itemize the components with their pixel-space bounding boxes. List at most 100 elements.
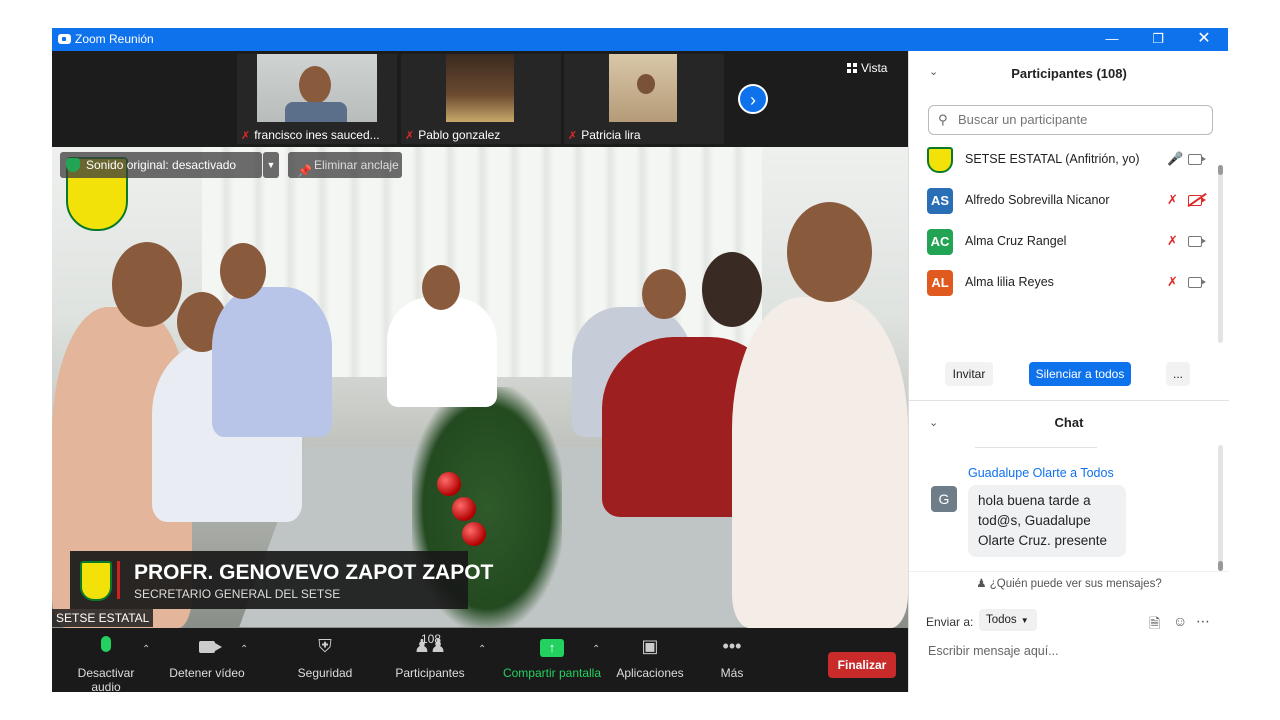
apps-button[interactable]: ▣ Aplicaciones [614, 636, 686, 680]
video-camera-icon[interactable] [1188, 154, 1206, 165]
video-scene-person [642, 269, 686, 319]
mic-muted-icon: ✗ [241, 130, 251, 142]
participant-row[interactable] [909, 303, 1209, 307]
emoji-icon[interactable]: ☺ [1173, 613, 1187, 629]
participant-name: SETSE ESTATAL (Anfitrión, yo) [965, 152, 1140, 166]
shield-icon: ⛨ [318, 636, 332, 656]
chat-header: ⌄ Chat [909, 401, 1229, 445]
view-button[interactable]: Vista [847, 61, 887, 75]
divider [975, 447, 1097, 448]
meeting-toolbar: Desactivar audio ⌃ Detener vídeo ⌃ ⛨ Seg… [52, 628, 908, 694]
video-scene-person [787, 202, 872, 302]
mic-muted-icon[interactable]: ✗ [1167, 192, 1178, 208]
participant-thumbnail[interactable]: ✗ Pablo gonzalez [401, 54, 561, 144]
video-scene-person [702, 252, 762, 327]
speaker-role: SECRETARIO GENERAL DEL SETSE [134, 587, 341, 601]
chat-message: hola buena tarde a tod@s, Guadalupe Olar… [968, 485, 1126, 557]
participants-scrollbar[interactable] [1218, 165, 1223, 343]
unpin-button[interactable]: 📌 Eliminar anclaje [288, 152, 402, 178]
participants-title: Participantes (108) [1011, 66, 1127, 81]
video-scene-person [732, 297, 908, 628]
thumbnail-name: ✗ francisco ines sauced... [241, 128, 380, 142]
share-options-caret[interactable]: ⌃ [592, 644, 600, 655]
thumbnail-strip: ✗ francisco ines sauced... ✗ Pablo gonzale… [52, 51, 908, 147]
avatar: AL [927, 270, 953, 296]
restore-button[interactable]: ❐ [1135, 28, 1181, 51]
participant-search-input[interactable] [956, 111, 1210, 128]
chat-message-input[interactable] [926, 639, 1220, 663]
active-speaker-label: SETSE ESTATAL [52, 609, 154, 627]
chat-title: Chat [1054, 415, 1084, 430]
video-scene-person [212, 287, 332, 437]
microphone-icon[interactable]: 🎤 [1167, 151, 1183, 167]
participants-more-button[interactable]: ... [1166, 362, 1190, 386]
person-icon: ♟ [976, 578, 990, 590]
send-to-dropdown[interactable]: Todos ▼ [979, 609, 1037, 631]
microphone-icon [101, 636, 111, 652]
zoom-logo-icon [58, 34, 71, 44]
accent-bar [117, 561, 120, 599]
grid-view-icon [847, 63, 857, 73]
chat-scrollbar[interactable] [1218, 445, 1223, 571]
more-button[interactable]: ••• Más [714, 636, 750, 680]
people-icon: ♟♟ 108 [413, 632, 447, 656]
mic-muted-icon[interactable]: ✗ [1167, 274, 1178, 290]
apps-label: Aplicaciones [616, 666, 684, 680]
share-screen-button[interactable]: ↑ Compartir pantalla [500, 636, 604, 680]
video-label: Detener vídeo [169, 666, 245, 680]
end-meeting-button[interactable]: Finalizar [828, 652, 896, 678]
close-button[interactable]: ✕ [1181, 28, 1227, 51]
next-page-button[interactable]: › [738, 84, 768, 114]
participant-row[interactable]: SETSE ESTATAL (Anfitrión, yo) 🎤 [909, 139, 1209, 180]
original-sound-indicator[interactable]: Sonido original: desactivado [60, 152, 262, 178]
stop-video-button[interactable]: Detener vídeo [166, 636, 248, 680]
participants-button[interactable]: ♟♟ 108 Participantes [393, 632, 467, 680]
audio-options-caret[interactable]: ⌃ [142, 644, 150, 655]
mute-button[interactable]: Desactivar audio [62, 636, 150, 694]
participant-row[interactable]: AC Alma Cruz Rangel ✗ [909, 221, 1209, 262]
participant-row[interactable]: AS Alfredo Sobrevilla Nicanor ✗ [909, 180, 1209, 221]
participant-thumbnail[interactable]: ✗ Patricia lira [564, 54, 724, 144]
pin-icon: 📌 [297, 164, 312, 178]
video-camera-icon[interactable] [1188, 277, 1206, 288]
window-title: Zoom Reunión [75, 32, 154, 46]
invite-button[interactable]: Invitar [945, 362, 993, 386]
thumbnail-name: ✗ Patricia lira [568, 128, 641, 142]
participants-count: 108 [421, 632, 442, 646]
setse-logo [80, 561, 112, 601]
security-button[interactable]: ⛨ Seguridad [292, 636, 358, 680]
participant-thumbnail[interactable]: ✗ francisco ines sauced... [237, 54, 397, 144]
video-feed [609, 54, 677, 122]
mic-muted-icon: ✗ [405, 130, 415, 142]
who-can-see-link[interactable]: ♟ ¿Quién puede ver sus mensajes? [909, 576, 1229, 596]
file-icon[interactable]: 🗎 [1149, 613, 1160, 637]
mute-all-button[interactable]: Silenciar a todos [1029, 362, 1131, 386]
participants-actions: Invitar Silenciar a todos ... [909, 362, 1229, 392]
mic-muted-icon[interactable]: ✗ [1167, 233, 1178, 249]
apps-icon: ▣ [641, 636, 659, 656]
message-sender[interactable]: Guadalupe Olarte a Todos [968, 466, 1114, 480]
title-bar: Zoom Reunión — ❐ ✕ [52, 28, 1228, 51]
avatar: AC [927, 229, 953, 255]
original-sound-dropdown[interactable]: ▼ [263, 152, 279, 178]
participants-header: ⌄ Participantes (108) [909, 51, 1229, 95]
mic-muted-icon: ✗ [568, 130, 578, 142]
shield-icon [66, 158, 80, 172]
video-feed [446, 54, 514, 122]
participants-options-caret[interactable]: ⌃ [478, 644, 486, 655]
more-dots-icon[interactable]: ⋯ [1196, 613, 1210, 630]
scrollbar-thumb[interactable] [1218, 561, 1223, 571]
participant-row[interactable]: AL Alma lilia Reyes ✗ [909, 262, 1209, 303]
share-arrow-icon: ↑ [540, 639, 564, 657]
scrollbar-thumb[interactable] [1218, 165, 1223, 175]
minimize-button[interactable]: — [1089, 28, 1135, 51]
video-off-icon[interactable] [1188, 195, 1206, 206]
more-label: Más [720, 666, 744, 680]
security-label: Seguridad [297, 666, 353, 680]
send-to-label: Enviar a: [926, 615, 974, 629]
video-camera-icon[interactable] [1188, 236, 1206, 247]
share-label: Compartir pantalla [502, 666, 602, 680]
video-options-caret[interactable]: ⌃ [240, 644, 248, 655]
speaker-name: PROFR. GENOVEVO ZAPOT ZAPOT [134, 561, 494, 584]
video-scene-ornament [462, 522, 486, 546]
